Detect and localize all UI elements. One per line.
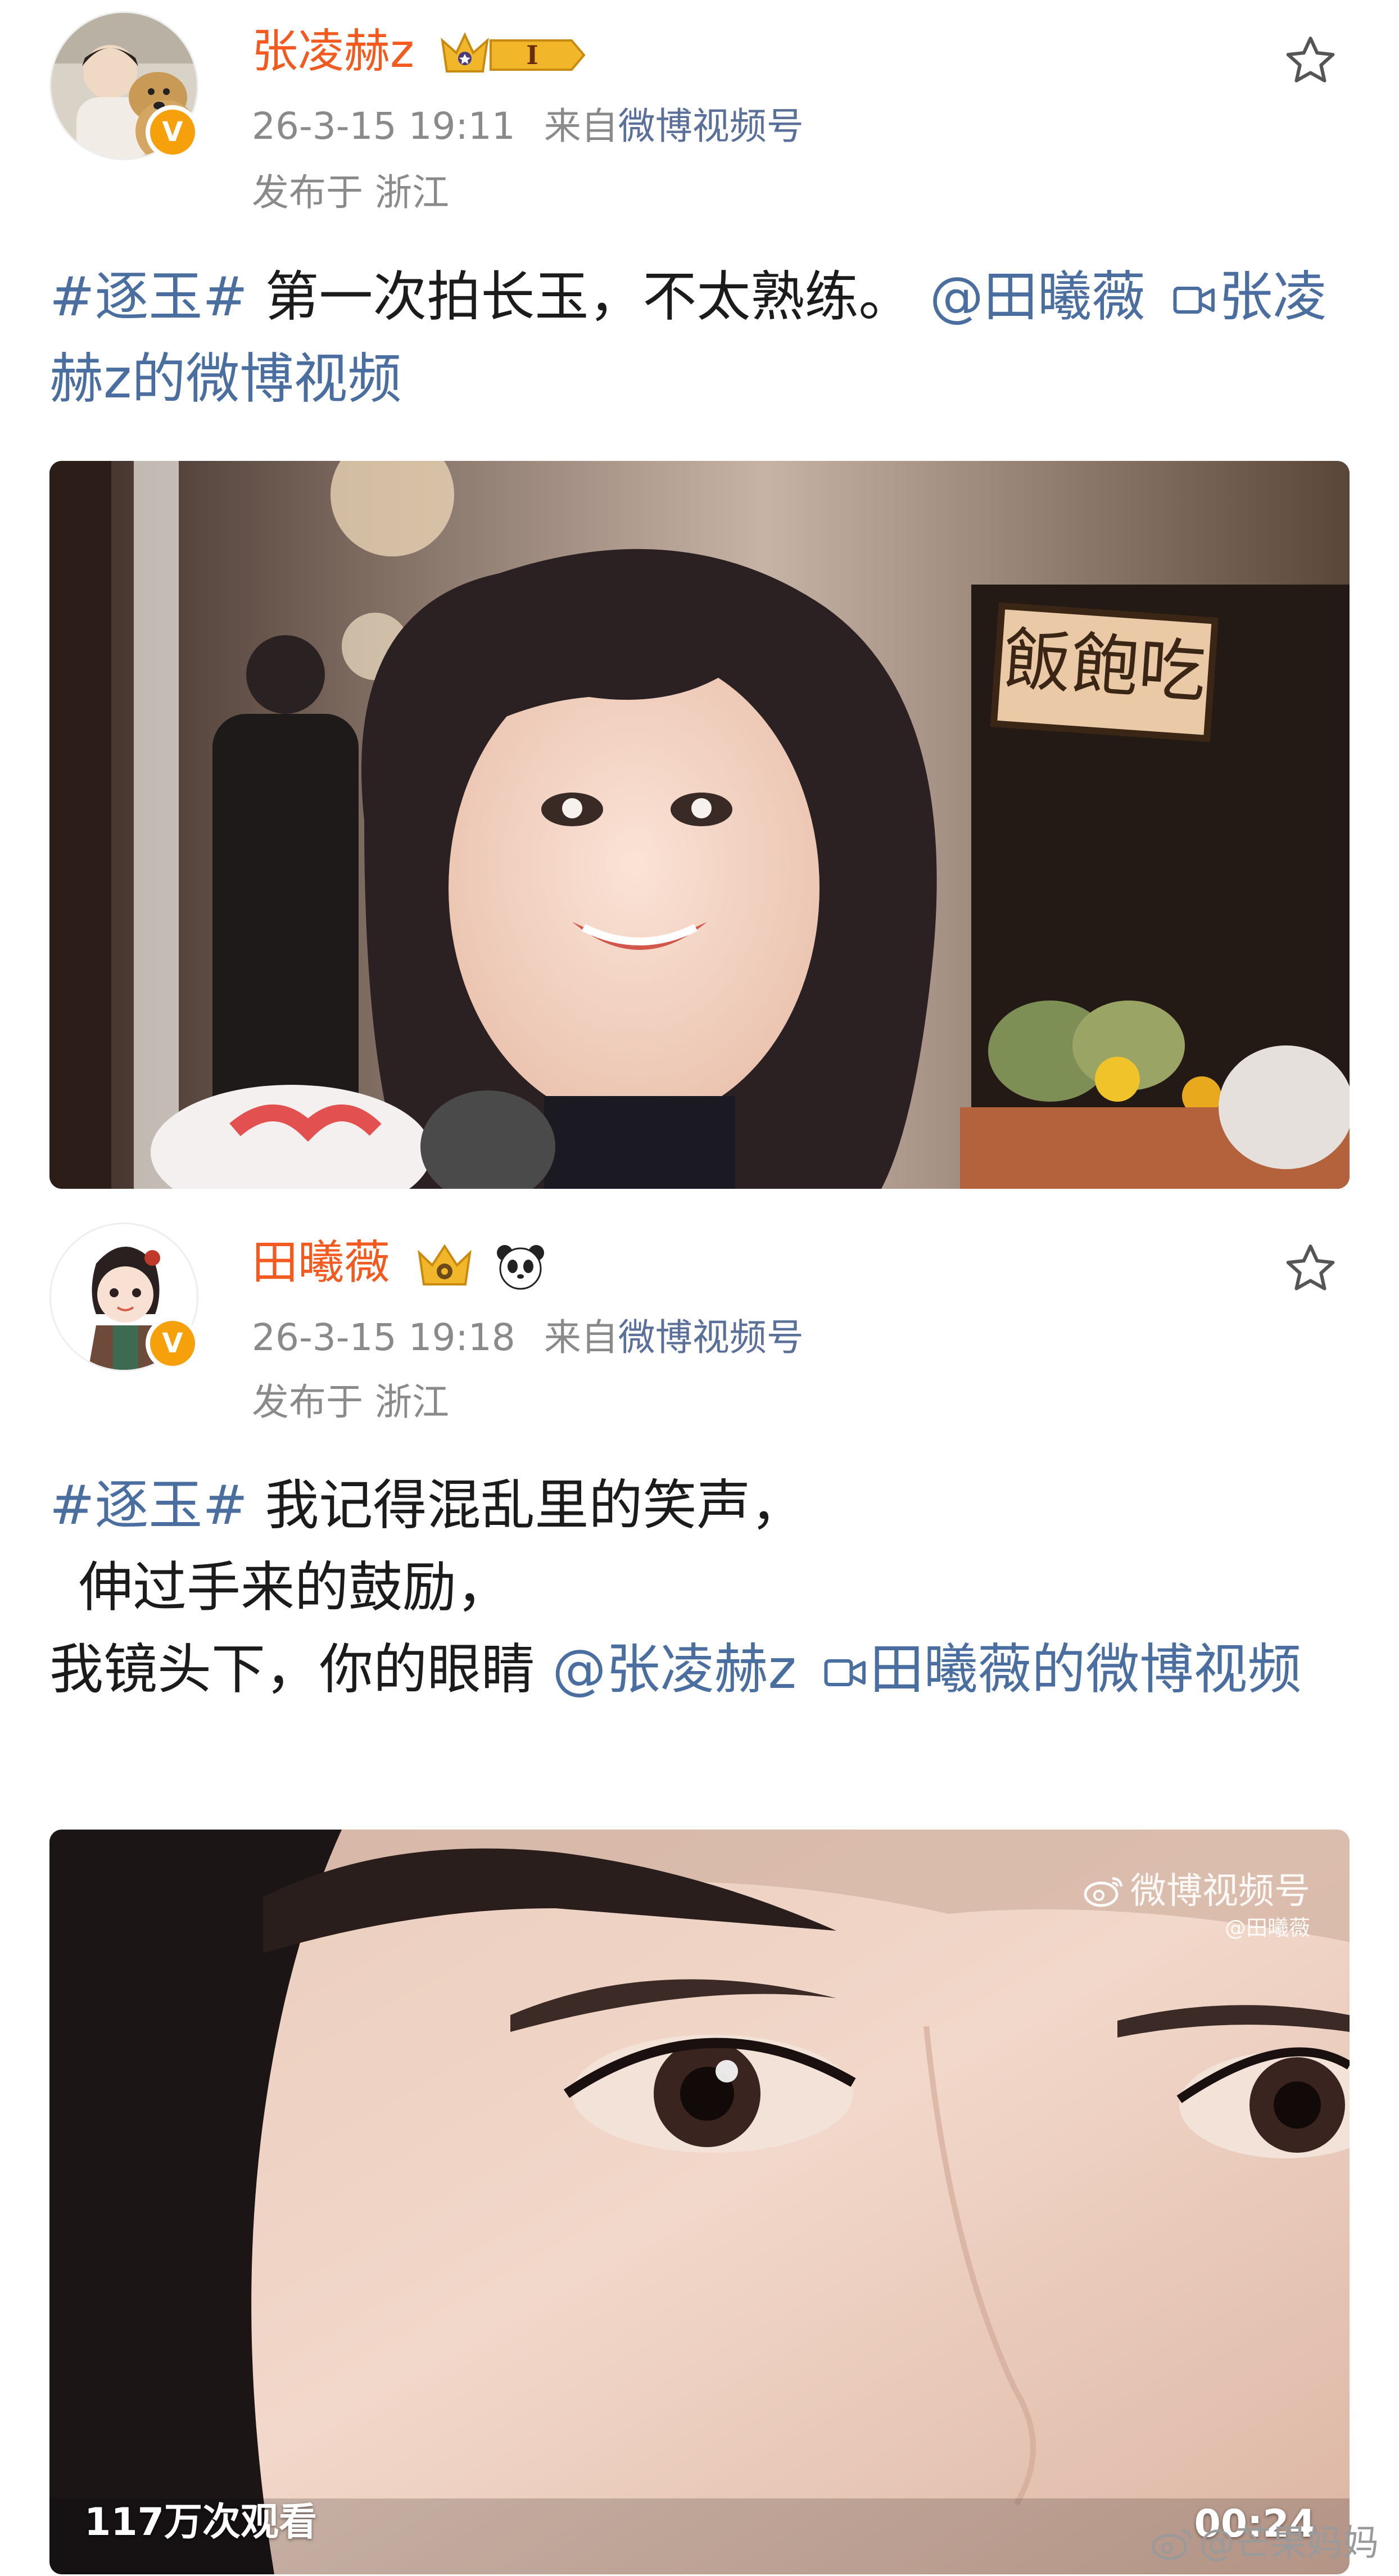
- video-frame-image: 飯飽吃: [49, 461, 1350, 1189]
- weibo-post: V 田曦薇 26-3-15 19:18 来自微博视频号 发布于 浙江 #逐玉# …: [0, 1206, 1399, 2576]
- post-text: #逐玉# 第一次拍长玉，不太熟练。 @田曦薇 张凌赫z的微博视频: [49, 256, 1353, 420]
- username[interactable]: 田曦薇: [252, 1235, 547, 1291]
- mention-link[interactable]: @田曦薇: [930, 265, 1146, 328]
- video-watermark: 微博视频号 @田曦薇: [1083, 1869, 1310, 1942]
- post-body: 第一次拍长玉，不太熟练。: [247, 265, 913, 328]
- post-meta: 26-3-15 19:11 来自微博视频号: [252, 101, 804, 152]
- post-line-1: 我记得混乱里的笑声，: [247, 1474, 805, 1537]
- weibo-post: V 张凌赫z I 26-3-15 19:11 来自微博视频号 发布于 浙江 #逐…: [0, 0, 1399, 1206]
- post-location: 发布于 浙江: [252, 171, 449, 214]
- corner-watermark: @芒果妈妈: [1151, 2514, 1379, 2566]
- post-line-2: 伸过手来的鼓励，: [79, 1556, 510, 1619]
- corner-watermark-text: @芒果妈妈: [1199, 2523, 1379, 2564]
- verified-badge-icon: V: [146, 1316, 200, 1370]
- hashtag-link[interactable]: #逐玉#: [49, 265, 248, 328]
- crown-icon: I: [441, 31, 586, 73]
- hashtag-link[interactable]: #逐玉#: [49, 1474, 248, 1537]
- weibo-logo-icon: [1084, 1877, 1123, 1907]
- level-badge-text: I: [526, 40, 538, 70]
- video-thumbnail[interactable]: 微博视频号 @田曦薇 117万次观看 00:24: [49, 1830, 1350, 2574]
- star-icon[interactable]: [1281, 1239, 1340, 1298]
- video-thumbnail[interactable]: 飯飽吃: [49, 461, 1350, 1189]
- post-time: 26-3-15 19:11: [252, 105, 515, 148]
- video-link-label[interactable]: 田曦薇的微博视频: [870, 1638, 1301, 1701]
- source-link[interactable]: 微博视频号: [618, 1316, 804, 1359]
- source-link[interactable]: 微博视频号: [618, 105, 804, 148]
- post-meta: 26-3-15 19:18 来自微博视频号: [252, 1312, 804, 1363]
- post-line-3: 我镜头下，你的眼睛: [49, 1638, 553, 1701]
- source-prefix: 来自: [544, 1316, 618, 1359]
- weibo-logo-icon: [1152, 2529, 1192, 2560]
- post-location: 发布于 浙江: [252, 1380, 449, 1424]
- star-icon[interactable]: [1281, 31, 1340, 90]
- crown-icon: [418, 1243, 472, 1285]
- source-prefix: 来自: [544, 105, 618, 148]
- avatar[interactable]: V: [49, 1223, 200, 1371]
- panda-icon: [497, 1244, 545, 1290]
- username[interactable]: 张凌赫z I: [252, 24, 588, 80]
- mention-link[interactable]: @张凌赫z: [553, 1638, 796, 1701]
- watermark-text: 微博视频号: [1130, 1871, 1310, 1912]
- username-text[interactable]: 田曦薇: [252, 1236, 390, 1289]
- view-count: 117万次观看: [84, 2500, 317, 2545]
- video-icon: [824, 1659, 866, 1686]
- watermark-user: @田曦薇: [1224, 1916, 1310, 1940]
- sign-text: 飯飽吃: [1001, 621, 1208, 713]
- post-text: #逐玉# 我记得混乱里的笑声， 伸过手来的鼓励， 我镜头下，你的眼睛 @张凌赫z…: [49, 1464, 1353, 1710]
- verified-badge-icon: V: [146, 105, 200, 159]
- video-icon: [1173, 287, 1215, 314]
- video-link[interactable]: 田曦薇的微博视频: [813, 1638, 1301, 1701]
- avatar[interactable]: V: [49, 11, 200, 160]
- username-text[interactable]: 张凌赫z: [252, 25, 414, 78]
- post-time: 26-3-15 19:18: [252, 1316, 515, 1359]
